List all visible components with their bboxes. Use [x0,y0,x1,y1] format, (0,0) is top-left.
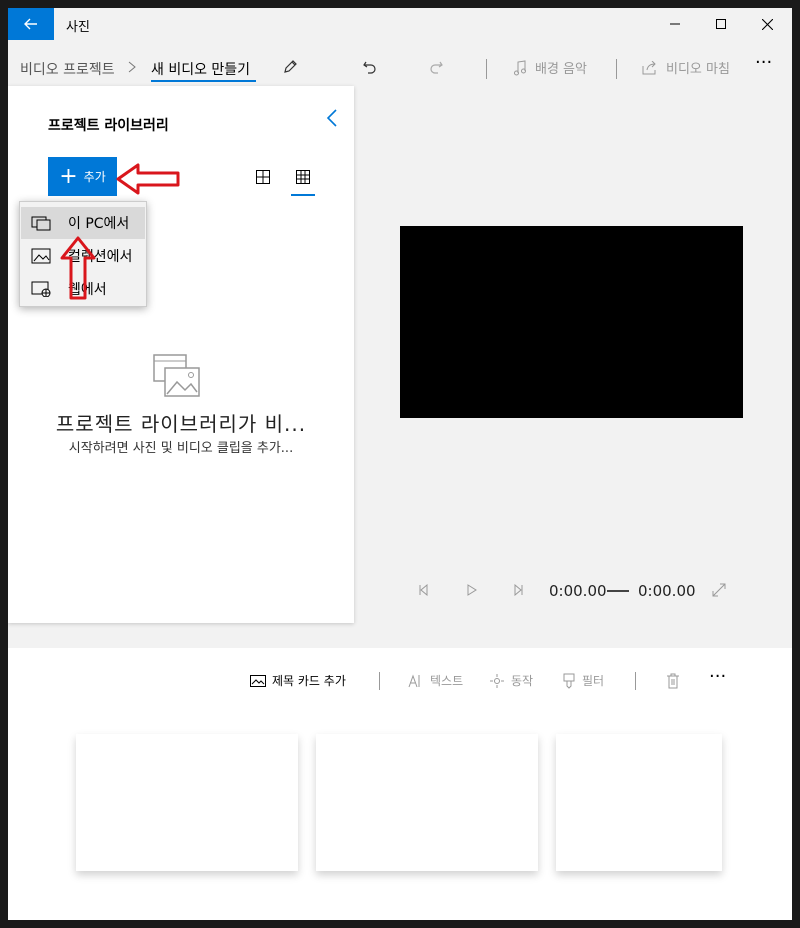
background-music-button[interactable]: 배경 음악 [513,58,587,77]
title-card-icon [250,674,266,687]
maximize-icon [716,19,726,29]
back-button[interactable] [8,8,54,40]
breadcrumb-parent[interactable]: 비디오 프로젝트 [20,59,115,79]
breadcrumb-chevron-icon [128,61,136,73]
collection-icon [31,248,51,264]
share-icon [642,60,656,74]
title-bar: 사진 [8,8,792,40]
empty-library-icon [153,354,200,397]
background-music-label: 배경 음악 [535,62,587,77]
plus-icon: + [59,163,78,189]
music-note-icon [514,59,526,75]
add-button[interactable]: + 추가 [48,157,117,196]
undo-icon[interactable] [362,59,378,75]
current-time: 0:00.00 [549,582,607,600]
toolbar-separator [486,59,487,79]
library-title: 프로젝트 라이브러리 [48,118,169,134]
text-icon [408,674,420,687]
motion-label: 동작 [511,674,534,688]
storyboard-card[interactable] [76,734,298,871]
breadcrumb-underline [151,80,256,82]
filter-button[interactable]: 필터 [562,672,604,689]
back-arrow-icon [24,18,37,30]
command-bar: 비디오 프로젝트 새 비디오 만들기 배경 음악 비디오 마침 ··· [8,40,792,86]
close-button[interactable] [744,8,790,40]
motion-button[interactable]: 동작 [489,672,533,689]
small-grid-view-icon[interactable] [296,170,310,184]
annotation-arrow-up-icon [60,236,96,300]
storyboard-separator [635,672,636,690]
add-button-label: 추가 [83,170,106,184]
timeline-bar[interactable] [607,590,629,592]
view-selected-underline [291,194,315,196]
expand-icon[interactable] [712,583,726,597]
minimize-icon [670,23,680,25]
minimize-button[interactable] [652,8,698,40]
storyboard-card[interactable] [556,734,722,871]
rename-pencil-icon[interactable] [282,59,298,75]
more-options-icon[interactable]: ··· [755,52,772,73]
storyboard-separator [379,672,380,690]
app-title: 사진 [66,20,90,35]
motion-icon [490,673,504,688]
annotation-arrow-left-icon [116,163,180,195]
close-icon [761,18,773,30]
next-frame-icon[interactable] [512,584,524,596]
finish-video-button[interactable]: 비디오 마침 [642,58,730,77]
filter-label: 필터 [582,674,605,688]
text-label: 텍스트 [430,674,464,688]
storyboard-card[interactable] [316,734,538,871]
delete-trash-icon[interactable] [666,673,680,689]
finish-video-label: 비디오 마침 [666,62,730,77]
add-title-card-label: 제목 카드 추가 [272,674,346,688]
menu-item-this-pc[interactable]: 이 PC에서 [21,207,145,239]
empty-library-title: 프로젝트 라이브러리가 비... [55,412,307,436]
web-icon [31,281,51,297]
total-time: 0:00.00 [638,582,696,600]
pc-icon [31,216,51,231]
video-preview[interactable] [400,226,743,418]
redo-icon[interactable] [428,59,444,75]
storyboard-panel: 제목 카드 추가 텍스트 동작 필터 ··· [8,648,792,920]
photos-window: 사진 비디오 프로젝트 새 비디오 만들기 배경 음악 비디오 마침 ··· 프… [8,8,792,920]
add-title-card-button[interactable]: 제목 카드 추가 [250,672,346,689]
menu-item-label: 이 PC에서 [68,216,130,232]
previous-frame-icon[interactable] [418,584,430,596]
toolbar-separator [616,59,617,79]
storyboard-more-icon[interactable]: ··· [709,666,726,687]
play-icon[interactable] [466,584,478,596]
maximize-button[interactable] [698,8,744,40]
text-button[interactable]: 텍스트 [408,672,463,689]
filter-brush-icon [563,673,575,689]
collapse-chevron-icon[interactable] [326,108,338,128]
breadcrumb-current[interactable]: 새 비디오 만들기 [151,59,250,79]
large-grid-view-icon[interactable] [256,170,270,184]
empty-library-subtitle: 시작하려면 사진 및 비디오 클립을 추가... [68,441,294,456]
